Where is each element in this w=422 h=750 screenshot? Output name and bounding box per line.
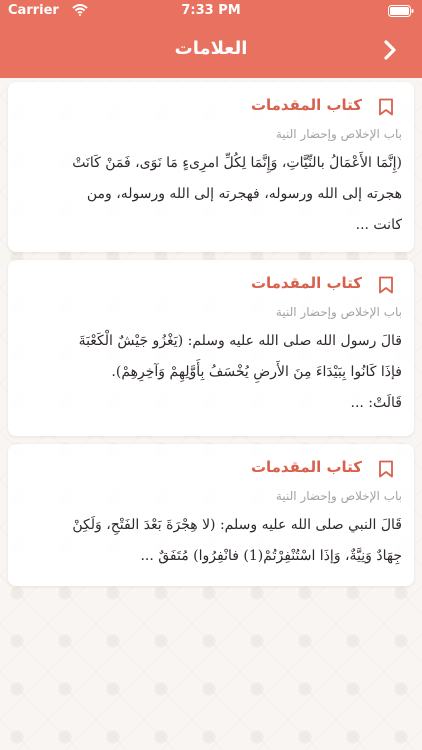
- bookmark-icon[interactable]: [378, 276, 394, 294]
- battery-icon: [388, 5, 414, 17]
- excerpt-line: قَالَ النبي صلى الله عليه وسلم: (لا هِجْ…: [72, 517, 402, 533]
- chapter-title: باب الإخلاص وإحضار النية: [275, 305, 402, 319]
- excerpt-line: (إِنَّمَا الأَعْمَالُ بالنِّيَّاتِ، وَإِ…: [72, 155, 402, 171]
- excerpt-text: قَالَ النبي صلى الله عليه وسلم: (لا هِجْ…: [18, 510, 402, 572]
- book-title: كتاب المقدمات: [250, 274, 362, 292]
- excerpt-line: جِهَادٌ وَنِيَّةٌ، وَإذَا اسْتُنْفِرْتُم…: [140, 548, 402, 564]
- bookmark-icon[interactable]: [378, 460, 394, 478]
- book-title: كتاب المقدمات: [250, 458, 362, 476]
- chapter-title: باب الإخلاص وإحضار النية: [275, 489, 402, 503]
- excerpt-text: قالَ رسول الله صلى الله عليه وسلم: (يَغْ…: [18, 326, 402, 419]
- excerpt-line: هجرته إلى الله ورسوله، فهجرته إلى الله و…: [86, 186, 402, 202]
- excerpt-text: (إِنَّمَا الأَعْمَالُ بالنِّيَّاتِ، وَإِ…: [18, 148, 402, 241]
- book-title: كتاب المقدمات: [250, 96, 362, 114]
- bookmark-card[interactable]: كتاب المقدمات باب الإخلاص وإحضار النية ق…: [8, 260, 414, 436]
- status-bar: Carrier 7:33 PM: [0, 0, 422, 22]
- excerpt-line: قالَ رسول الله صلى الله عليه وسلم: (يَغْ…: [78, 333, 402, 349]
- excerpt-line: كانت ...: [355, 217, 402, 233]
- page-title: العلامات: [174, 38, 248, 59]
- chapter-title: باب الإخلاص وإحضار النية: [275, 127, 402, 141]
- nav-bar: Carrier 7:33 PM العلامات: [0, 0, 422, 78]
- excerpt-line: قَالَتْ: ...: [350, 395, 403, 411]
- back-button[interactable]: [378, 37, 402, 63]
- status-time: 7:33 PM: [181, 3, 241, 18]
- bookmark-icon[interactable]: [378, 98, 394, 116]
- bookmark-card[interactable]: كتاب المقدمات باب الإخلاص وإحضار النية (…: [8, 82, 414, 252]
- bookmark-card[interactable]: كتاب المقدمات باب الإخلاص وإحضار النية ق…: [8, 444, 414, 586]
- excerpt-line: فإذَا كَانُوا بِبَيْدَاءَ مِنَ الأَرضِ ي…: [111, 364, 402, 380]
- chevron-right-icon: [384, 40, 396, 60]
